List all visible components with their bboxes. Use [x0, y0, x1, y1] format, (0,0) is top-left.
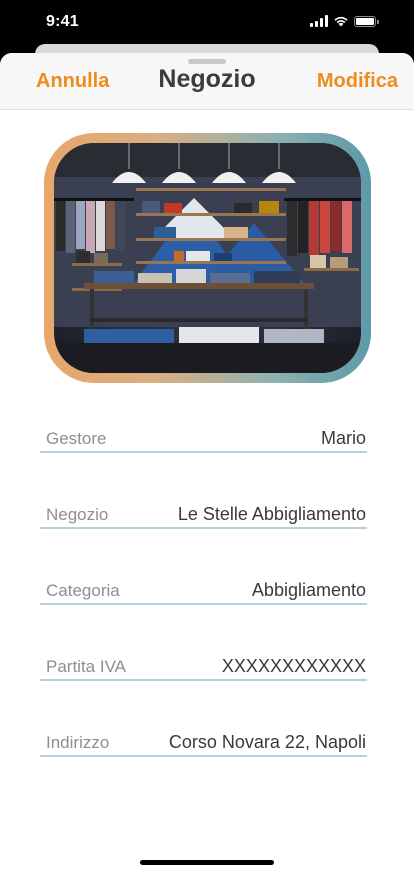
status-icons — [310, 15, 379, 27]
field-label: Indirizzo — [46, 733, 110, 752]
field-value: Abbigliamento — [251, 580, 366, 600]
field-label: Gestore — [46, 429, 107, 448]
store-photo — [54, 143, 361, 373]
field-label: Partita IVA — [46, 657, 126, 676]
field-negozio[interactable]: Negozio Le Stelle Abbigliamento — [40, 497, 367, 529]
field-value: Mario — [320, 428, 366, 448]
wifi-icon — [334, 16, 348, 27]
field-gestore[interactable]: Gestore Mario — [40, 421, 367, 453]
edit-button[interactable]: Modifica — [317, 70, 398, 93]
sheet-grabber[interactable] — [188, 59, 226, 64]
battery-icon — [354, 15, 379, 27]
field-categoria[interactable]: Categoria Abbigliamento — [40, 573, 367, 605]
store-sheet: Annulla Negozio Modifica Gestore Mario N… — [0, 53, 414, 896]
field-indirizzo[interactable]: Indirizzo Corso Novara 22, Napoli — [40, 725, 367, 757]
status-bar: 9:41 — [0, 0, 414, 44]
field-label: Categoria — [46, 581, 120, 600]
home-indicator[interactable] — [140, 860, 274, 865]
field-partita-iva[interactable]: Partita IVA XXXXXXXXXXXX — [40, 649, 367, 681]
field-value: Le Stelle Abbigliamento — [177, 504, 366, 524]
field-value: Corso Novara 22, Napoli — [168, 732, 366, 752]
status-time: 9:41 — [46, 13, 79, 30]
field-label: Negozio — [46, 505, 109, 524]
navigation-bar: Annulla Negozio Modifica — [0, 53, 414, 110]
store-photo-frame — [44, 133, 371, 383]
field-value: XXXXXXXXXXXX — [221, 656, 366, 676]
cellular-signal-icon — [310, 15, 328, 27]
